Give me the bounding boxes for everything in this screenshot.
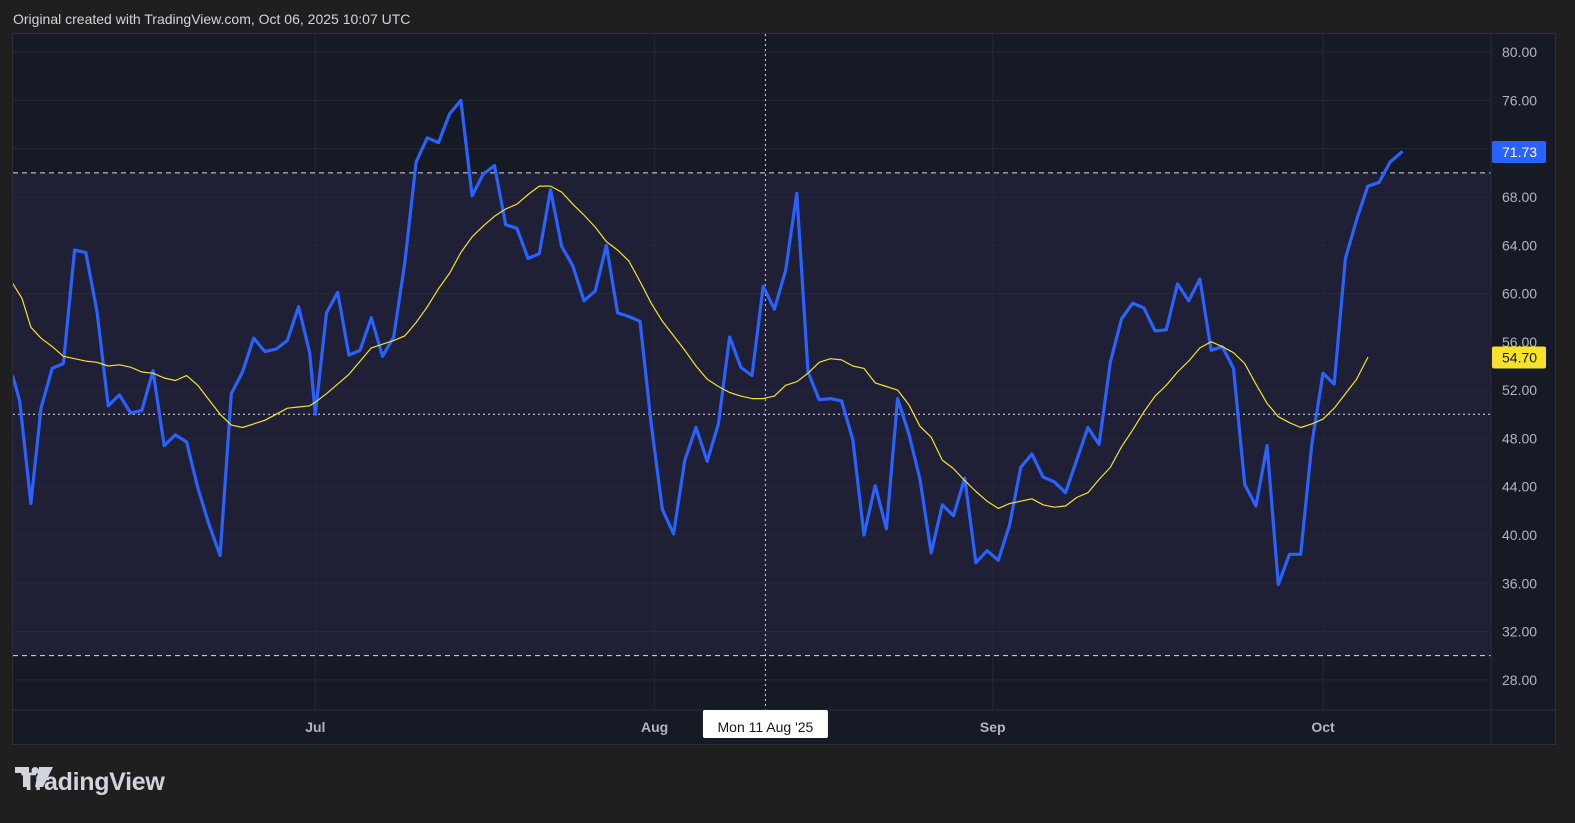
y-tick-label: 44.00 [1502, 479, 1537, 495]
last-value-label: 71.73 [1502, 144, 1537, 160]
x-tick-label: Oct [1311, 719, 1335, 735]
chart-panel[interactable]: 80.0076.0072.0068.0064.0060.0056.0052.00… [12, 33, 1556, 745]
price-axis [1491, 34, 1555, 710]
y-tick-label: 48.00 [1502, 430, 1537, 446]
last-value-label: 54.70 [1502, 350, 1537, 366]
rsi-chart[interactable]: 80.0076.0072.0068.0064.0060.0056.0052.00… [13, 34, 1555, 744]
x-tick-label: Jul [305, 719, 325, 735]
y-tick-label: 36.00 [1502, 575, 1537, 591]
chart-caption: Original created with TradingView.com, O… [13, 11, 411, 27]
tradingview-branding[interactable]: TradingView [15, 766, 165, 798]
y-tick-label: 64.00 [1502, 237, 1537, 253]
y-tick-label: 68.00 [1502, 189, 1537, 205]
crosshair-date-label: Mon 11 Aug '25 [718, 719, 814, 735]
y-tick-label: 28.00 [1502, 672, 1537, 688]
y-tick-label: 76.00 [1502, 92, 1537, 108]
x-tick-label: Aug [641, 719, 668, 735]
x-tick-label: Sep [980, 719, 1006, 735]
tradingview-logo-icon [15, 767, 53, 787]
y-tick-label: 32.00 [1502, 624, 1537, 640]
y-tick-label: 40.00 [1502, 527, 1537, 543]
y-tick-label: 60.00 [1502, 286, 1537, 302]
y-tick-label: 52.00 [1502, 382, 1537, 398]
y-tick-label: 80.00 [1502, 44, 1537, 60]
